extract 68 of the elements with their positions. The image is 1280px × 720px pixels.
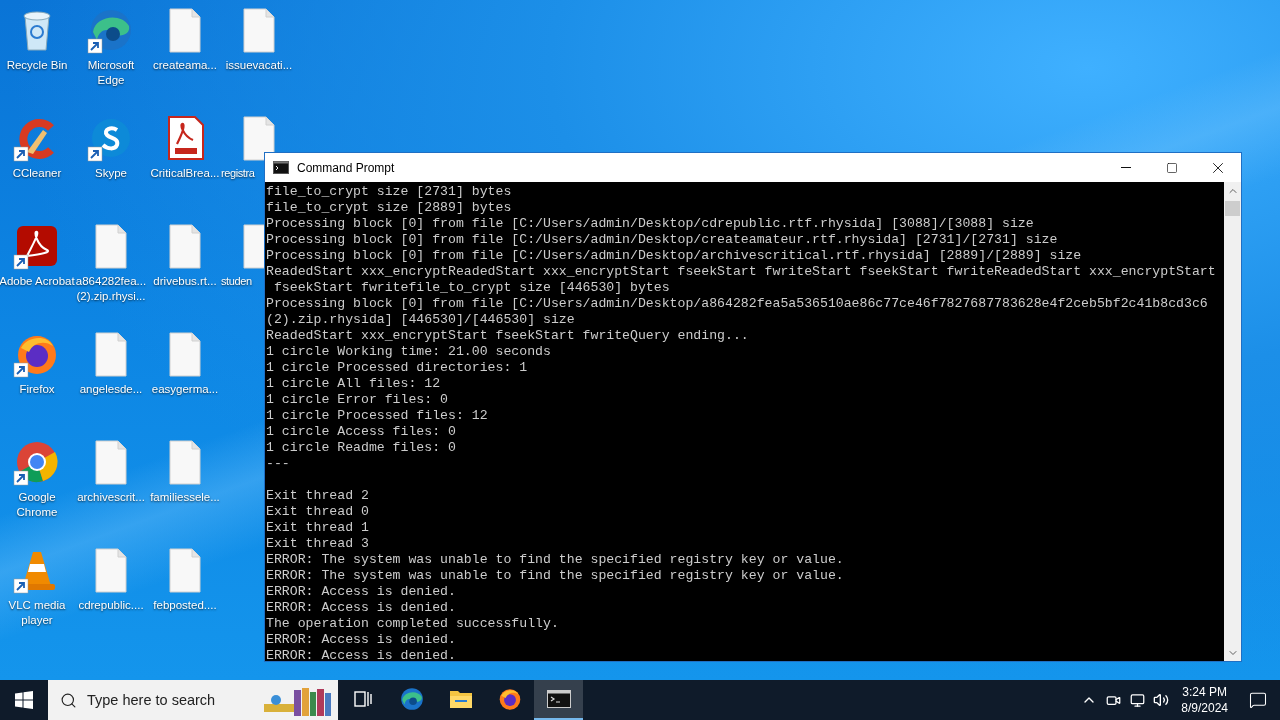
icon-label: Google Chrome — [15, 490, 59, 520]
search-icon — [60, 691, 77, 709]
console-line: Exit thread 0 — [266, 504, 370, 520]
console-line: Processing block [0] from file [C:/Users/admin/Desktop/archivescritical.rtf.rhysida] [2889]/[2889] size — [266, 248, 1083, 264]
console-line: ERROR: Access is denied. — [266, 584, 457, 600]
icon-label: drivebus.rt... — [152, 274, 218, 289]
console-line: 1 circle Access files: 0 — [266, 424, 457, 440]
icon-label: registra — [221, 166, 255, 181]
console-line: ERROR: Access is denied. — [266, 600, 457, 616]
icon-label: VLC media player — [7, 598, 67, 628]
scroll-thumb[interactable] — [1225, 201, 1240, 216]
icon-label: Adobe Acrobat — [0, 274, 75, 289]
console-line: 1 circle Error files: 0 — [266, 392, 450, 408]
icon-label: familiessele... — [149, 490, 221, 505]
console-line: Exit thread 2 — [266, 488, 370, 504]
console-line: Exit thread 1 — [266, 520, 370, 536]
console-line: 1 circle All files: 12 — [266, 376, 442, 392]
terminal-icon — [546, 690, 571, 708]
console-line: Processing block [0] from file [C:/Users/admin/Desktop/a864282fea5a536510ae86c77ce46f7827687783628e4f2ceb5bf2c41b8cd3c6 — [266, 296, 1209, 312]
console-line: 1 circle Processed directories: 1 — [266, 360, 529, 376]
task-view-icon — [352, 689, 373, 709]
icon-label: createama... — [152, 58, 218, 73]
icon-label: Microsoft Edge — [86, 58, 136, 88]
icon-label: issuevacati... — [224, 58, 294, 73]
icon-label: Recycle Bin — [5, 58, 69, 73]
search-input[interactable]: Type here to search — [87, 692, 247, 708]
taskbar-app-button[interactable] — [534, 680, 583, 720]
icon-label: CriticalBrea... — [149, 166, 221, 181]
console-line: 1 circle Readme files: 0 — [266, 440, 457, 456]
console-line: 1 circle Working time: 21.00 seconds — [266, 344, 552, 360]
console-line: Exit thread 3 — [266, 536, 370, 552]
scrollbar[interactable] — [1224, 182, 1241, 661]
terminal-icon — [273, 161, 289, 174]
console-line: file_to_crypt size [2889] bytes — [266, 200, 513, 216]
console-line: Processing block [0] from file [C:/Users/admin/Desktop/cdrepublic.rtf.rhysida] [3088]/[3088] size — [266, 216, 1035, 232]
console-line: (2).zip.rhysida] [446530]/[446530] size — [266, 312, 576, 328]
maximize-icon — [1166, 161, 1178, 174]
minimize-icon — [1121, 167, 1131, 168]
console-line: Processing block [0] from file [C:/Users/admin/Desktop/createamateur.rtf.rhysida] [2731]/[2731] size — [266, 232, 1059, 248]
console-line: ERROR: The system was unable to find the specified registry key or value. — [266, 552, 845, 568]
network-icon — [1129, 692, 1145, 708]
icon-label: febposted.... — [152, 598, 218, 613]
console-line: ERROR: The system was unable to find the specified registry key or value. — [266, 568, 845, 584]
console-line: --- — [266, 456, 291, 472]
edge-icon — [398, 686, 425, 712]
console-line: fseekStart fwritefile_to_crypt size [446530] bytes — [272, 280, 671, 296]
icon-label: cdrepublic.... — [77, 598, 145, 613]
console-line: ERROR: Access is denied. — [266, 632, 457, 648]
window-title: Command Prompt — [297, 160, 396, 175]
folder-icon — [448, 688, 473, 710]
icon-label: archivescrit... — [76, 490, 146, 505]
console-line: ERROR: Access is denied. — [266, 648, 457, 661]
icon-label: angelesde... — [78, 382, 144, 397]
console-line: ReadedStart xxx_encryptStart fseekStart fwriteQuery ending... — [266, 328, 750, 344]
notifications-icon — [1249, 691, 1267, 709]
clock[interactable]: 3:24 PM 8/9/2024 — [1173, 680, 1236, 720]
console-line: 1 circle Processed files: 12 — [266, 408, 489, 424]
icon-label: Firefox — [18, 382, 56, 397]
volume-icon — [1153, 692, 1170, 708]
windows-logo-icon — [15, 691, 33, 709]
icon-label: CCleaner — [11, 166, 63, 181]
console-line: file_to_crypt size [2731] bytes — [266, 184, 513, 200]
icon-label: Skype — [94, 166, 128, 181]
icon-label: studen — [221, 274, 252, 289]
console-line: ReadedStart xxx_encryptReadedStart xxx_encryptStart fseekStart fwriteStart fseekStart fwriteReadedStart xxx_encryptStart — [266, 264, 1217, 280]
icon-label: easygerma... — [150, 382, 220, 397]
icon-label: a864282fea... (2).zip.rhysi... — [75, 274, 148, 304]
console-line: The operation completed successfully. — [266, 616, 560, 632]
